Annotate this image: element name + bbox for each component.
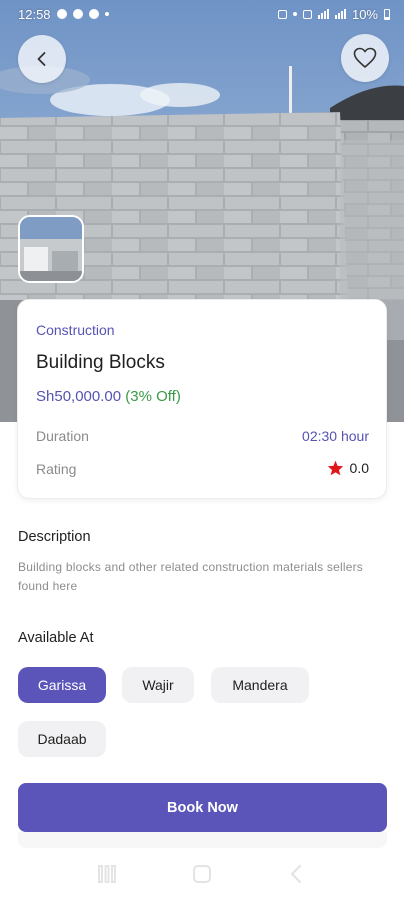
- messenger-icon: [72, 9, 83, 19]
- duration-label: Duration: [36, 428, 89, 444]
- discount-label: (3% Off): [125, 388, 181, 405]
- home-icon[interactable]: [191, 863, 213, 885]
- price-line: Sh50,000.00 (3% Off): [36, 388, 181, 405]
- duration-value: 02:30 hour: [302, 428, 369, 444]
- location-chip-mandera[interactable]: Mandera: [211, 667, 309, 703]
- signal-icon: [317, 9, 329, 19]
- thumbnail-image: [20, 217, 82, 281]
- battery-percent: 10%: [351, 6, 378, 22]
- available-at-heading: Available At: [18, 630, 94, 646]
- description-heading: Description: [18, 529, 91, 545]
- recent-apps-icon[interactable]: [96, 864, 118, 884]
- rating-label: Rating: [36, 461, 77, 477]
- chevron-left-icon: [37, 52, 46, 66]
- location-chip-dadaab[interactable]: Dadaab: [18, 721, 106, 757]
- signal-icon: [334, 9, 346, 19]
- product-price: Sh50,000.00: [36, 388, 122, 405]
- more-notifications-icon: [104, 12, 109, 16]
- messenger-icon: [88, 9, 99, 19]
- product-category: Construction: [36, 322, 115, 338]
- book-now-button[interactable]: Book Now: [18, 783, 387, 832]
- favorite-button[interactable]: [341, 34, 389, 82]
- star-icon: [327, 460, 343, 476]
- bottom-sheet-edge: [18, 832, 387, 848]
- gallery-thumbnail[interactable]: [18, 215, 84, 283]
- back-button[interactable]: [18, 35, 66, 83]
- location-chip-garissa[interactable]: Garissa: [18, 667, 106, 703]
- notification-icon: [56, 9, 67, 19]
- system-navigation-bar: [0, 848, 404, 900]
- product-title: Building Blocks: [36, 352, 165, 373]
- hotspot-icon: [302, 9, 312, 19]
- rating-display: 0.0: [327, 460, 369, 476]
- back-icon[interactable]: [286, 863, 308, 885]
- alarm-icon: [277, 9, 287, 19]
- product-info-card: Construction Building Blocks Sh50,000.00…: [17, 299, 387, 499]
- heart-icon: [353, 47, 377, 68]
- rating-value: 0.0: [349, 460, 369, 476]
- location-chip-wajir[interactable]: Wajir: [122, 667, 194, 703]
- status-time: 12:58: [18, 6, 51, 22]
- status-bar: 12:58 10%: [0, 0, 404, 28]
- battery-icon: [384, 8, 390, 20]
- location-icon: [292, 12, 297, 16]
- description-text: Building blocks and other related constr…: [18, 560, 363, 593]
